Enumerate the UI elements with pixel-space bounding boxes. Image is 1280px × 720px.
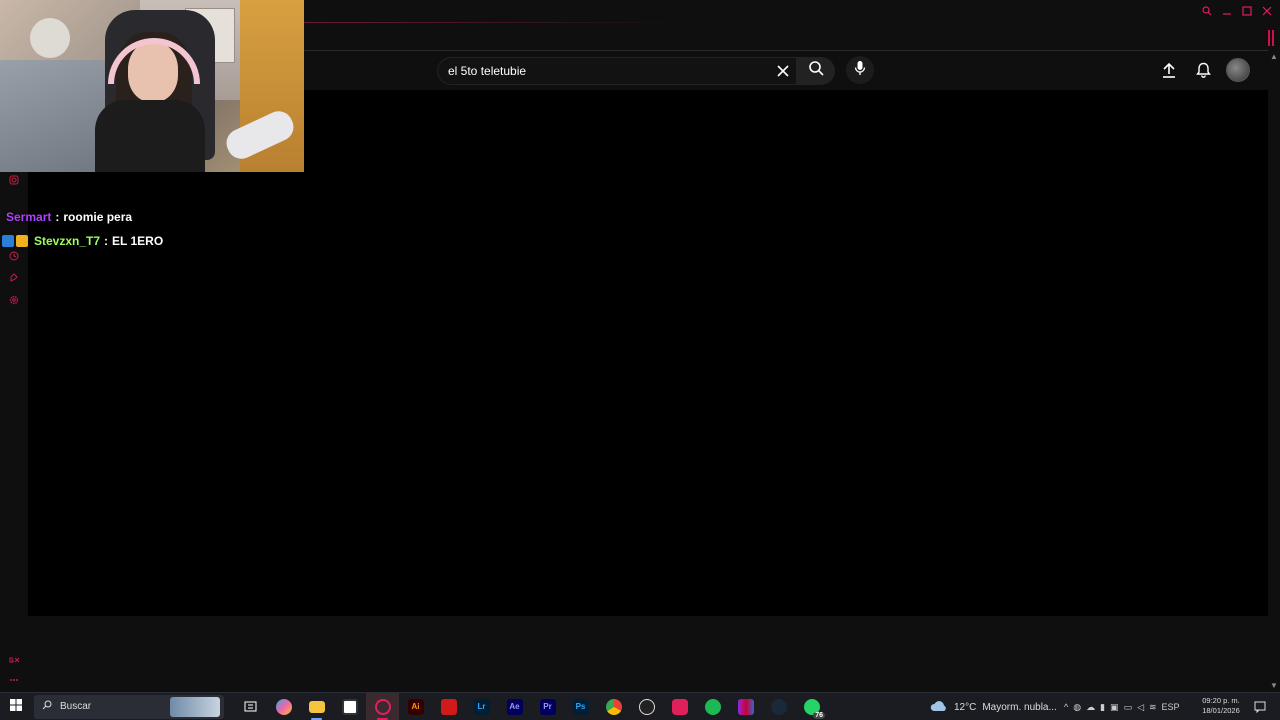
after-effects-label: Ae bbox=[506, 698, 523, 715]
microphone-tray-icon[interactable]: ▮ bbox=[1100, 702, 1105, 713]
instagram-icon[interactable] bbox=[8, 174, 20, 186]
taskbar-search-icon bbox=[42, 700, 52, 713]
prime-badge-icon bbox=[2, 235, 14, 247]
cloud-weather-icon bbox=[930, 700, 948, 715]
taskbar-search[interactable]: Buscar bbox=[34, 694, 224, 719]
search-icon bbox=[808, 61, 824, 81]
copilot-icon[interactable] bbox=[267, 693, 300, 720]
system-tray: ^ ◍ ☁ ▮ ▣ ▭ ◁ ≋ ESP bbox=[1064, 693, 1180, 720]
scroll-down-icon[interactable]: ▼ bbox=[1270, 681, 1278, 690]
windows-logo-icon bbox=[10, 698, 22, 716]
onedrive-cloud-icon[interactable]: ☁ bbox=[1086, 702, 1095, 713]
clear-search-icon[interactable] bbox=[772, 60, 794, 82]
header-actions bbox=[1158, 58, 1250, 82]
chat-message: Sermart : roomie pera bbox=[6, 205, 306, 229]
scroll-up-icon[interactable]: ▲ bbox=[1270, 52, 1278, 61]
illustrator-label: Ai bbox=[407, 698, 424, 715]
file-explorer-icon[interactable] bbox=[300, 693, 333, 720]
network-icon[interactable]: ▭ bbox=[1124, 702, 1133, 713]
search-input[interactable]: el 5to teletubie bbox=[437, 57, 797, 85]
chrome-icon[interactable] bbox=[597, 693, 630, 720]
search-highlight-image bbox=[170, 696, 220, 717]
notifications-bell-icon[interactable] bbox=[1192, 59, 1214, 81]
search-window-icon[interactable] bbox=[1200, 4, 1214, 18]
winrar-icon[interactable] bbox=[729, 693, 762, 720]
settings-gear-icon[interactable] bbox=[8, 294, 20, 306]
titlebar-accent-line bbox=[304, 22, 684, 23]
pause-marker-icon bbox=[1268, 30, 1274, 46]
meet-now-icon[interactable]: ▣ bbox=[1110, 702, 1119, 713]
chat-username: Stevzxn_T7 bbox=[34, 234, 101, 248]
chat-username: Sermart bbox=[6, 210, 52, 224]
premiere-label: Pr bbox=[539, 698, 556, 715]
photoshop-icon[interactable]: Ps bbox=[564, 693, 597, 720]
record-icon[interactable] bbox=[663, 693, 696, 720]
maximize-icon[interactable] bbox=[1240, 4, 1254, 18]
account-avatar[interactable] bbox=[1226, 58, 1250, 82]
taskbar-search-label: Buscar bbox=[60, 701, 92, 712]
screen: el 5to teletubie ▲ ▼ Sermart: roomie pe… bbox=[0, 0, 1280, 720]
chat-overlay: Sermart : roomie pera Stevzxn_T7 : EL 1E… bbox=[2, 205, 306, 253]
close-window-icon[interactable] bbox=[1260, 4, 1274, 18]
crown-badge-icon bbox=[16, 235, 28, 247]
weather-description: Mayorm. nubla... bbox=[982, 701, 1057, 713]
chat-separator: : bbox=[55, 210, 60, 224]
webcam-plush-toy bbox=[30, 18, 70, 58]
window-controls bbox=[1200, 4, 1274, 18]
tray-app-icon[interactable]: ◍ bbox=[1073, 702, 1081, 713]
photoshop-label: Ps bbox=[572, 698, 589, 715]
weather-temp: 12°C bbox=[954, 701, 977, 713]
page-scrollbar[interactable]: ▲ ▼ bbox=[1268, 50, 1280, 692]
clock-date: 18/01/2026 bbox=[1202, 706, 1240, 715]
acrobat-icon[interactable] bbox=[432, 693, 465, 720]
webcam-overlay bbox=[0, 0, 304, 172]
language-indicator[interactable]: ESP bbox=[1162, 702, 1180, 712]
chat-text: roomie pera bbox=[63, 210, 133, 224]
more-options-icon[interactable] bbox=[8, 674, 20, 686]
task-view-icon[interactable] bbox=[234, 693, 267, 720]
show-hidden-icons-chevron-icon[interactable]: ^ bbox=[1064, 702, 1068, 712]
webcam-streamer-body bbox=[95, 100, 205, 172]
steam-icon[interactable] bbox=[762, 693, 795, 720]
search-query: el 5to teletubie bbox=[448, 64, 527, 78]
lightroom-icon[interactable]: Lr bbox=[465, 693, 498, 720]
chat-message: Stevzxn_T7 : EL 1ERO bbox=[2, 229, 306, 253]
volume-icon[interactable]: ◁ bbox=[1137, 702, 1144, 713]
spotify-icon[interactable] bbox=[696, 693, 729, 720]
start-button[interactable] bbox=[0, 693, 32, 720]
clock[interactable]: 09:20 p. m. 18/01/2026 bbox=[1198, 696, 1244, 716]
opera-gx-icon[interactable] bbox=[366, 692, 399, 720]
after-effects-icon[interactable]: Ae bbox=[498, 693, 531, 720]
chat-separator: : bbox=[104, 234, 109, 248]
illustrator-icon[interactable]: Ai bbox=[399, 693, 432, 720]
whatsapp-icon[interactable]: 76 bbox=[795, 693, 828, 720]
whatsapp-badge: 76 bbox=[813, 711, 825, 719]
notification-center-icon[interactable] bbox=[1252, 699, 1268, 715]
clock-time: 09:20 p. m. bbox=[1202, 696, 1240, 705]
extensions-icon[interactable] bbox=[8, 272, 20, 284]
lightroom-label: Lr bbox=[473, 698, 490, 715]
search-button[interactable] bbox=[797, 57, 835, 85]
obs-icon[interactable] bbox=[630, 693, 663, 720]
upload-icon[interactable] bbox=[1158, 59, 1180, 81]
content-footer-strip bbox=[28, 616, 1268, 692]
premiere-icon[interactable]: Pr bbox=[531, 693, 564, 720]
voice-search-button[interactable] bbox=[846, 56, 874, 84]
weather-widget[interactable]: 12°C Mayorm. nubla... bbox=[930, 693, 1057, 720]
windows-taskbar: Buscar Ai Lr Ae Pr Ps 76 12°C Mayorm. nu… bbox=[0, 692, 1280, 720]
taskbar-apps: Ai Lr Ae Pr Ps 76 bbox=[234, 692, 828, 720]
gx-logo-icon[interactable] bbox=[8, 654, 20, 666]
chat-text: EL 1ERO bbox=[112, 234, 164, 248]
wifi-icon[interactable]: ≋ bbox=[1149, 702, 1157, 713]
store-icon[interactable] bbox=[333, 693, 366, 720]
microphone-icon bbox=[854, 60, 866, 81]
minimize-icon[interactable] bbox=[1220, 4, 1234, 18]
